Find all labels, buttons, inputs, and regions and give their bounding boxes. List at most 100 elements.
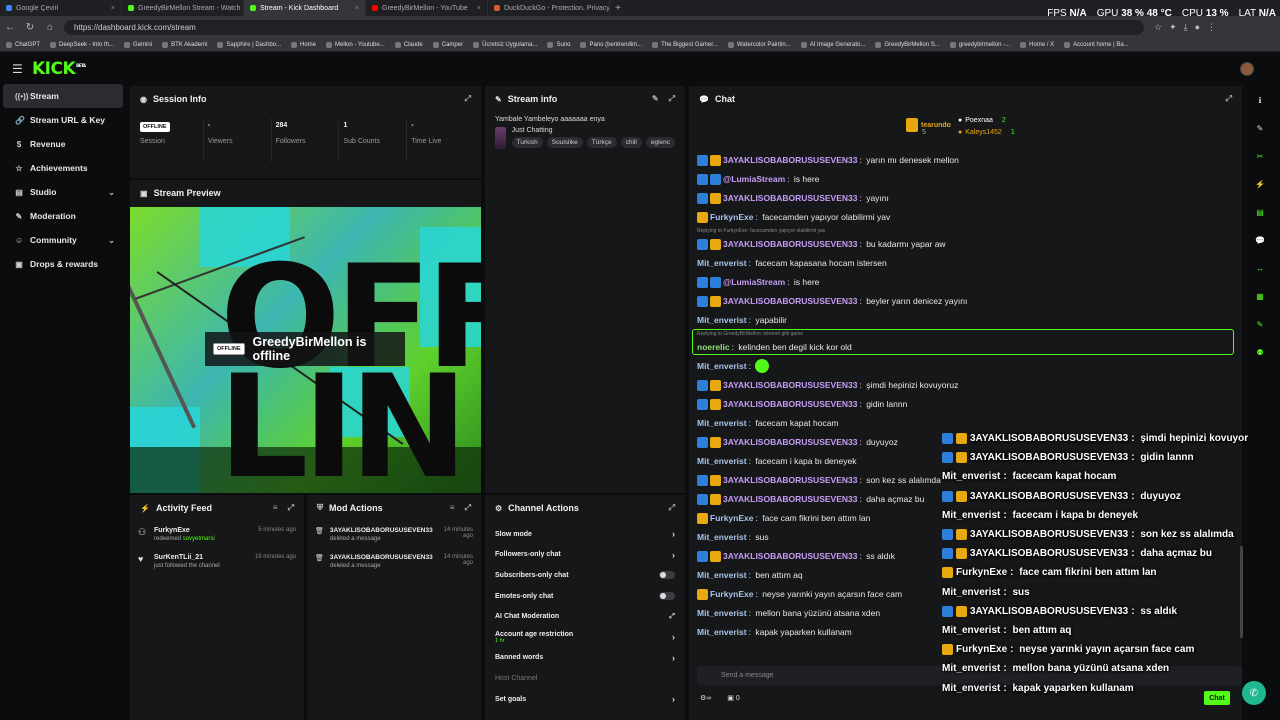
- chat-username[interactable]: Mit_enverist: [697, 456, 747, 466]
- bookmark-item[interactable]: Sapphire | Dashbo...: [217, 41, 281, 48]
- chat-scrollbar[interactable]: [1240, 546, 1243, 638]
- chat-username[interactable]: Mit_enverist: [697, 315, 747, 325]
- channel-action-banned-words[interactable]: Banned words ›: [485, 648, 685, 669]
- tag-chip[interactable]: Türkçe: [586, 137, 617, 148]
- external-link-icon[interactable]: ⤢: [669, 613, 675, 621]
- tag-chip[interactable]: Turkish: [511, 137, 543, 148]
- sidebar-item-stream[interactable]: ((•)) Stream: [3, 84, 123, 108]
- channel-action-account-age-restriction[interactable]: Account age restriction 1 hr ›: [485, 627, 685, 648]
- send-chat-button[interactable]: Chat: [1204, 691, 1230, 705]
- filter-icon[interactable]: ≡: [450, 503, 455, 513]
- sidebar-item-achievements[interactable]: ☆ Achievements: [3, 156, 123, 180]
- bookmark-item[interactable]: Gemini: [124, 41, 152, 48]
- sidebar-item-revenue[interactable]: $ Revenue: [3, 132, 123, 156]
- bookmark-item[interactable]: Home: [291, 41, 316, 48]
- new-tab-icon[interactable]: +: [610, 3, 626, 14]
- chat-username[interactable]: Mit_enverist: [697, 532, 747, 542]
- tag-chip[interactable]: Soulslike: [546, 137, 583, 148]
- hamburger-icon[interactable]: ☰: [12, 62, 23, 76]
- close-icon[interactable]: ×: [111, 5, 115, 12]
- activity-user[interactable]: SurKenTLii_21: [154, 554, 220, 561]
- bookmark-item[interactable]: Suno: [547, 41, 570, 48]
- lb-name-3[interactable]: Kaleys1452: [965, 129, 1002, 136]
- download-icon[interactable]: ⤓: [1184, 22, 1188, 33]
- popout-icon[interactable]: ⤢: [288, 503, 294, 513]
- sidebar-item-community[interactable]: ☺ Community ⌄: [3, 228, 123, 252]
- popout-icon[interactable]: ⤢: [1226, 94, 1232, 104]
- kick-logo[interactable]: KICKBETA: [32, 59, 86, 79]
- lb-name-1[interactable]: tearundo: [921, 122, 951, 129]
- chat-username[interactable]: FurkynExe: [710, 212, 753, 222]
- chat-username[interactable]: Mit_enverist: [697, 627, 747, 637]
- extensions-icon[interactable]: ✦: [1169, 22, 1177, 33]
- star-icon[interactable]: ☆: [1154, 22, 1162, 33]
- browser-tab[interactable]: Stream - Kick Dashboard ×: [244, 0, 366, 16]
- channel-action-emotes-only-chat[interactable]: Emotes-only chat: [485, 586, 685, 607]
- browser-tab[interactable]: GreedyBirMellon - YouTube ×: [366, 0, 488, 16]
- bookmark-item[interactable]: Ücretsiz Uygulama...: [473, 41, 537, 48]
- chat-username[interactable]: Mit_enverist: [697, 418, 747, 428]
- bookmark-item[interactable]: Account home | Ba...: [1064, 41, 1129, 48]
- help-chat-icon[interactable]: ✆: [1242, 681, 1266, 705]
- chat-username[interactable]: Mit_enverist: [697, 608, 747, 618]
- wrench-icon[interactable]: ✎: [1248, 310, 1272, 338]
- home-icon[interactable]: ⌂: [40, 22, 60, 33]
- channel-action-followers-only-chat[interactable]: Followers-only chat ›: [485, 545, 685, 566]
- chat-bubble-icon[interactable]: 💬: [1248, 226, 1272, 254]
- popout-icon[interactable]: ⤢: [465, 94, 471, 104]
- profile-icon[interactable]: ●: [1195, 22, 1200, 33]
- sidebar-item-stream-url-key[interactable]: 🔗 Stream URL & Key: [3, 108, 123, 132]
- bookmark-item[interactable]: AI Image Generato...: [800, 41, 865, 48]
- tag-chip[interactable]: eglenc: [645, 137, 675, 148]
- popout-icon[interactable]: ⤢: [669, 503, 675, 513]
- link-icon[interactable]: ↔: [1248, 254, 1272, 282]
- chat-username[interactable]: 3AYAKLISOBABORUSUSEVEN33: [723, 155, 857, 165]
- bookmark-item[interactable]: BTK Akademi: [162, 41, 207, 48]
- chat-username[interactable]: @LumiaStream: [723, 277, 785, 287]
- menu-icon[interactable]: ⋮: [1207, 22, 1216, 33]
- layout-icon[interactable]: ▦: [1248, 282, 1272, 310]
- clipboard-icon[interactable]: ▤: [1248, 198, 1272, 226]
- lb-name-2[interactable]: Poexnaa: [965, 117, 993, 124]
- browser-tab[interactable]: DuckDuckGo - Protection. Privacy×: [488, 0, 610, 16]
- channel-action-set-goals[interactable]: Set goals ›: [485, 689, 685, 710]
- bookmark-item[interactable]: Claude: [394, 41, 423, 48]
- back-icon[interactable]: ←: [0, 22, 20, 33]
- close-icon[interactable]: ×: [355, 5, 359, 12]
- toggle-switch[interactable]: [659, 592, 675, 601]
- bookmark-item[interactable]: DeepSeek - Into th...: [50, 41, 114, 48]
- bookmark-item[interactable]: Pano (bentrendim...: [580, 41, 642, 48]
- lightning-icon[interactable]: ⚡: [1248, 170, 1272, 198]
- pencil-icon[interactable]: ✎: [1248, 114, 1272, 142]
- channel-action-ai-chat-moderation[interactable]: AI Chat Moderation ⤢: [485, 606, 685, 627]
- bookmark-item[interactable]: greedybirmellon -...: [949, 41, 1010, 48]
- chat-username[interactable]: Mit_enverist: [697, 258, 747, 268]
- avatar[interactable]: [1240, 62, 1254, 76]
- activity-user[interactable]: FurkynExe: [154, 527, 215, 534]
- chat-username[interactable]: 3AYAKLISOBABORUSUSEVEN33: [723, 296, 857, 306]
- chat-username[interactable]: Mit_enverist: [697, 361, 747, 371]
- chat-username[interactable]: FurkynExe: [710, 513, 753, 523]
- reload-icon[interactable]: ↻: [20, 22, 40, 33]
- bookmark-item[interactable]: ChatGPT: [6, 41, 40, 48]
- chat-username[interactable]: 3AYAKLISOBABORUSUSEVEN33: [723, 399, 857, 409]
- filter-icon[interactable]: ≡: [273, 503, 278, 513]
- chat-username[interactable]: FurkynExe: [710, 589, 753, 599]
- mod-action-user[interactable]: 3AYAKLISOBABORUSUSEVEN33: [330, 527, 433, 534]
- bookmark-item[interactable]: Camper: [432, 41, 463, 48]
- bookmark-item[interactable]: Watercolor Paintin...: [727, 41, 791, 48]
- bookmark-item[interactable]: GreedyBirMellon S...: [875, 41, 940, 48]
- sidebar-item-studio[interactable]: ▤ Studio ⌄: [3, 180, 123, 204]
- popout-icon[interactable]: ⤢: [465, 503, 471, 513]
- chat-username[interactable]: 3AYAKLISOBABORUSUSEVEN33: [723, 437, 857, 447]
- toggle-switch[interactable]: [659, 571, 675, 580]
- chat-username[interactable]: 3AYAKLISOBABORUSUSEVEN33: [723, 380, 857, 390]
- mod-action-user[interactable]: 3AYAKLISOBABORUSUSEVEN33: [330, 554, 433, 561]
- bookmark-item[interactable]: The Biggest Gamer...: [652, 41, 718, 48]
- address-bar[interactable]: https://dashboard.kick.com/stream: [64, 19, 1144, 35]
- crop-icon[interactable]: ✂: [1248, 142, 1272, 170]
- bookmark-item[interactable]: Mellon - Youtube...: [326, 41, 385, 48]
- browser-tab[interactable]: Google Çeviri ×: [0, 0, 122, 16]
- tag-chip[interactable]: chill: [620, 137, 642, 148]
- channel-action-subscribers-only-chat[interactable]: Subscribers-only chat: [485, 565, 685, 586]
